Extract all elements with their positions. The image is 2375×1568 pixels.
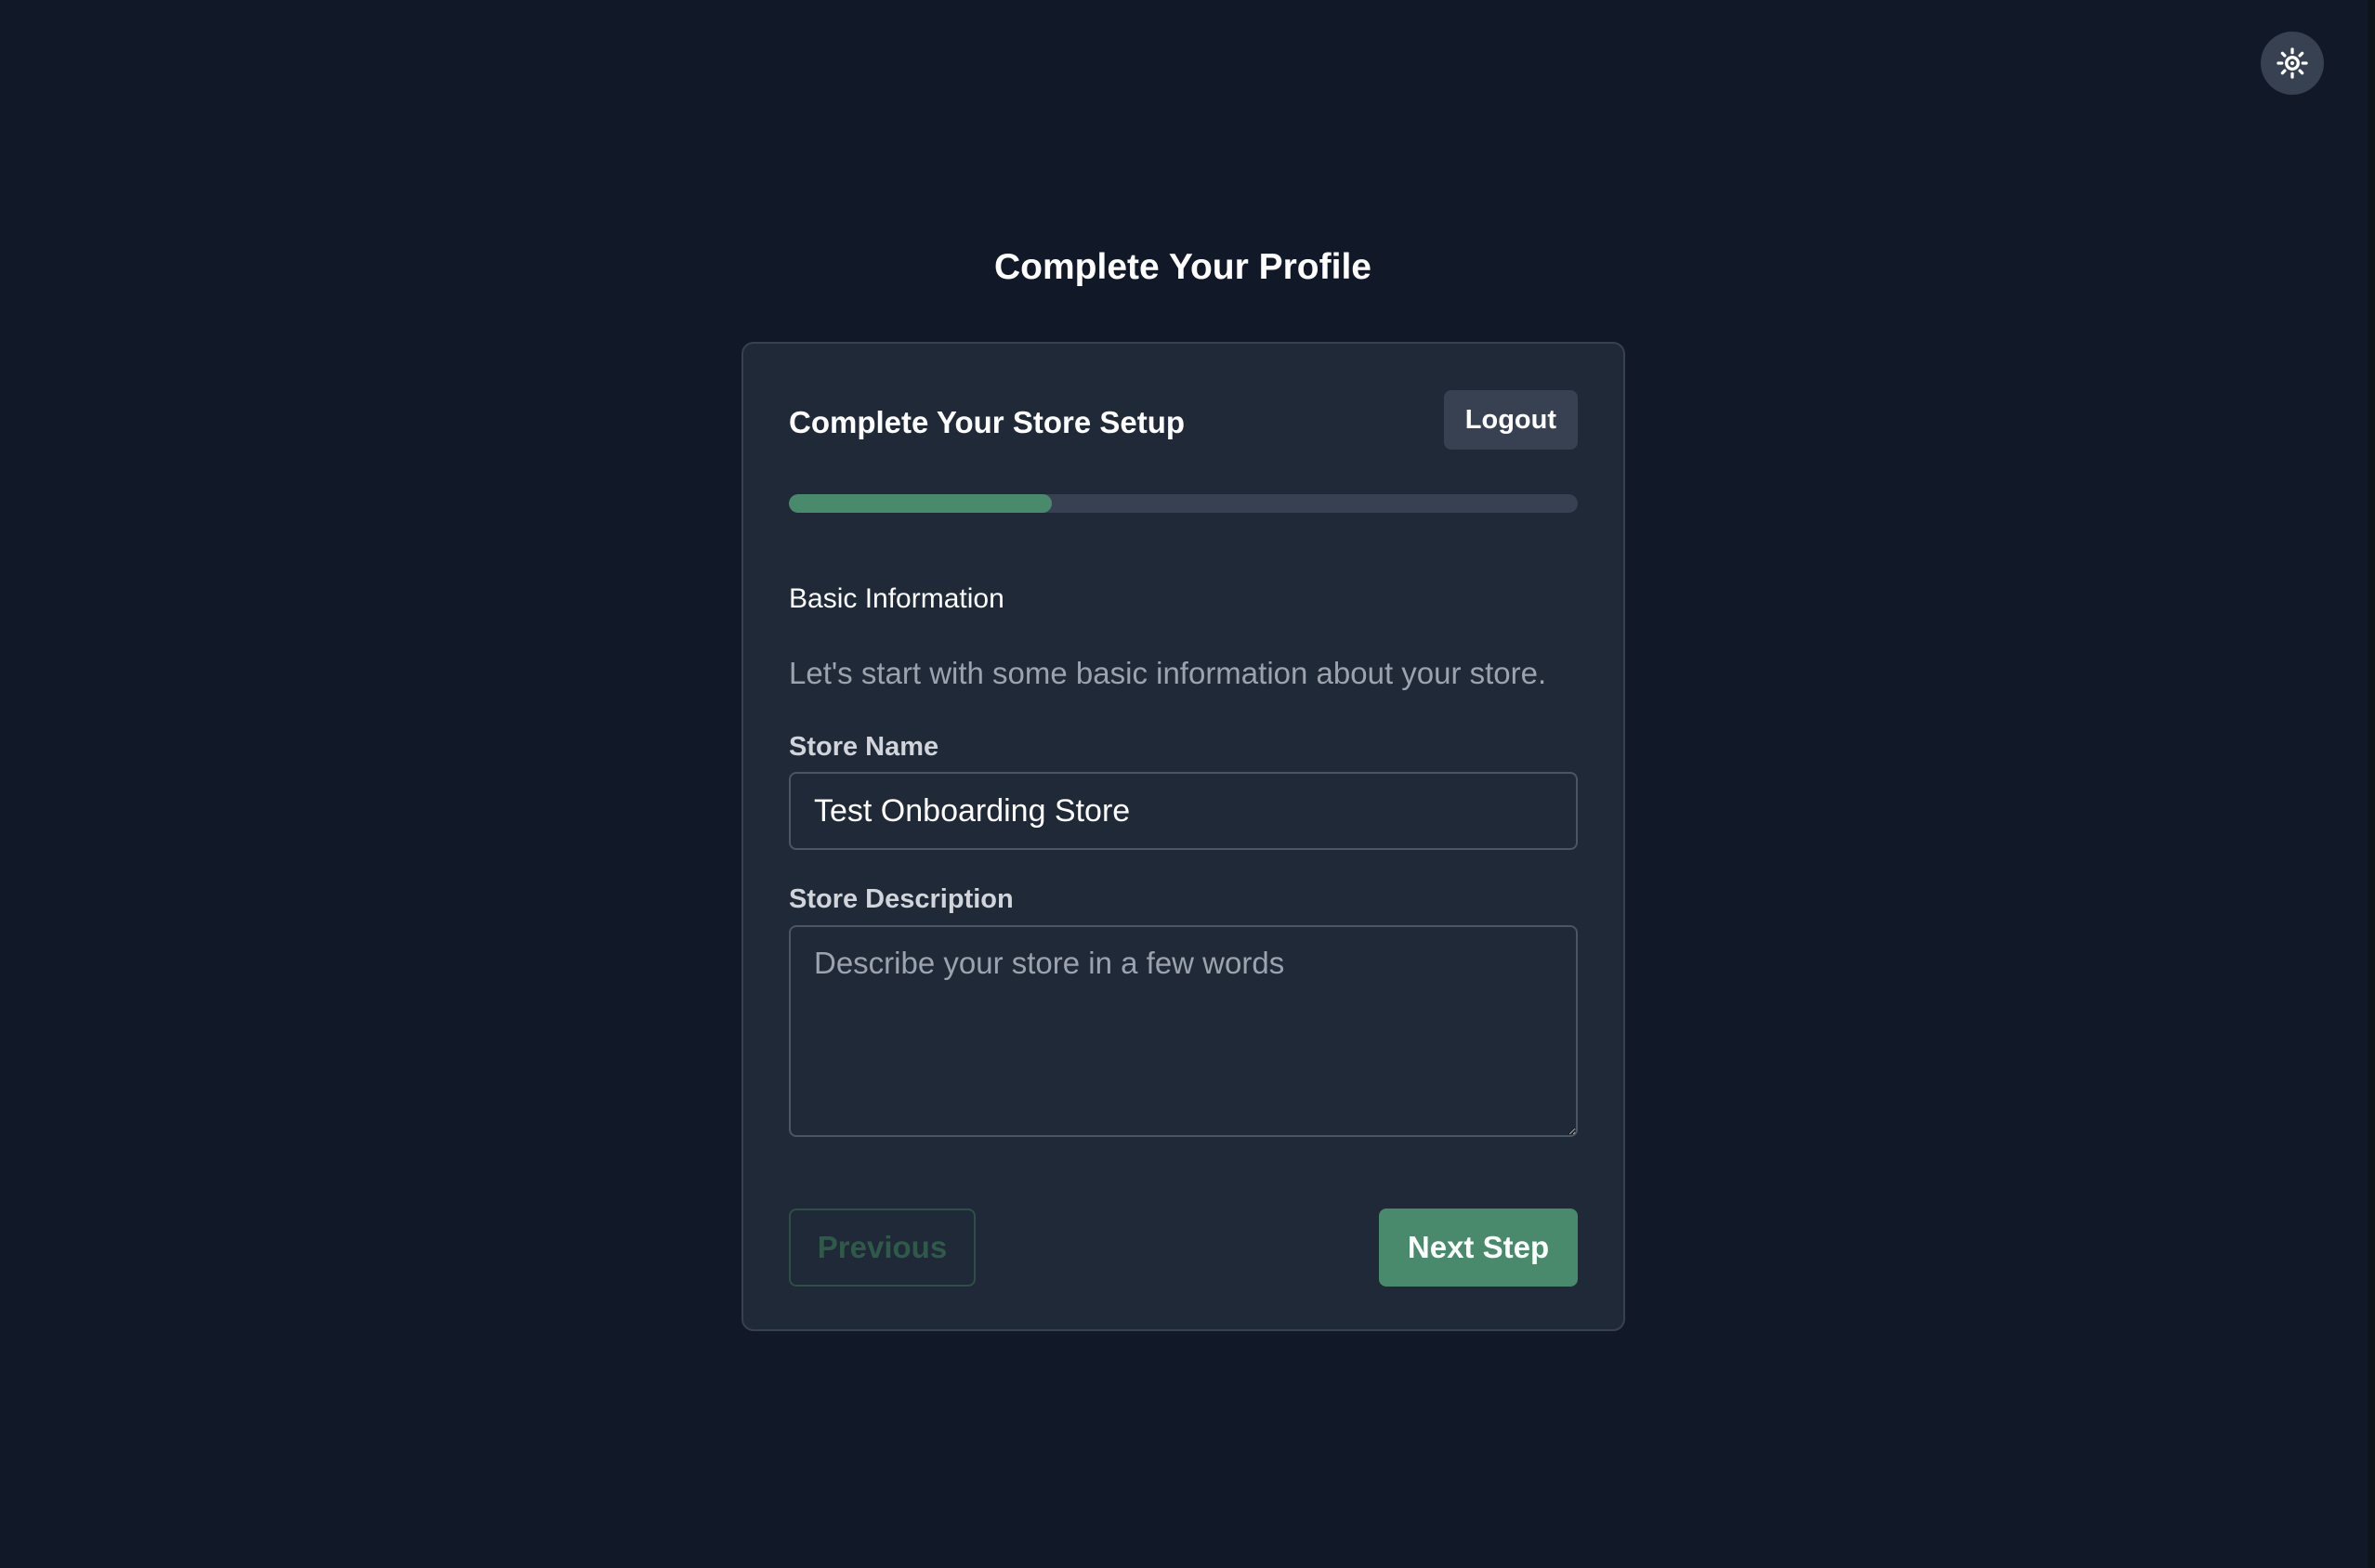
- progress-bar-fill: [789, 494, 1052, 513]
- store-description-textarea[interactable]: [789, 925, 1578, 1137]
- step-title: Basic Information: [789, 583, 1004, 614]
- card-header: Complete Your Store Setup Logout: [789, 390, 1578, 450]
- app-viewport: Complete Your Profile Complete Your Stor…: [0, 0, 2375, 1568]
- previous-button[interactable]: Previous: [789, 1209, 976, 1287]
- theme-toggle-button[interactable]: [2261, 32, 2324, 95]
- store-name-input[interactable]: [789, 772, 1578, 850]
- next-step-button[interactable]: Next Step: [1379, 1209, 1578, 1287]
- logout-button[interactable]: Logout: [1443, 390, 1578, 450]
- onboarding-card: Complete Your Store Setup Logout Basic I…: [741, 342, 1625, 1331]
- sun-icon: [2277, 47, 2308, 79]
- progress-bar: [789, 494, 1578, 513]
- store-name-label: Store Name: [789, 732, 939, 762]
- card-content: Complete Your Store Setup Logout Basic I…: [789, 344, 1578, 1329]
- scrollbar[interactable]: [2368, 0, 2375, 1568]
- card-title: Complete Your Store Setup: [789, 405, 1186, 439]
- page-title: Complete Your Profile: [994, 247, 1371, 287]
- step-description: Let's start with some basic information …: [789, 656, 1547, 690]
- store-description-label: Store Description: [789, 884, 1014, 914]
